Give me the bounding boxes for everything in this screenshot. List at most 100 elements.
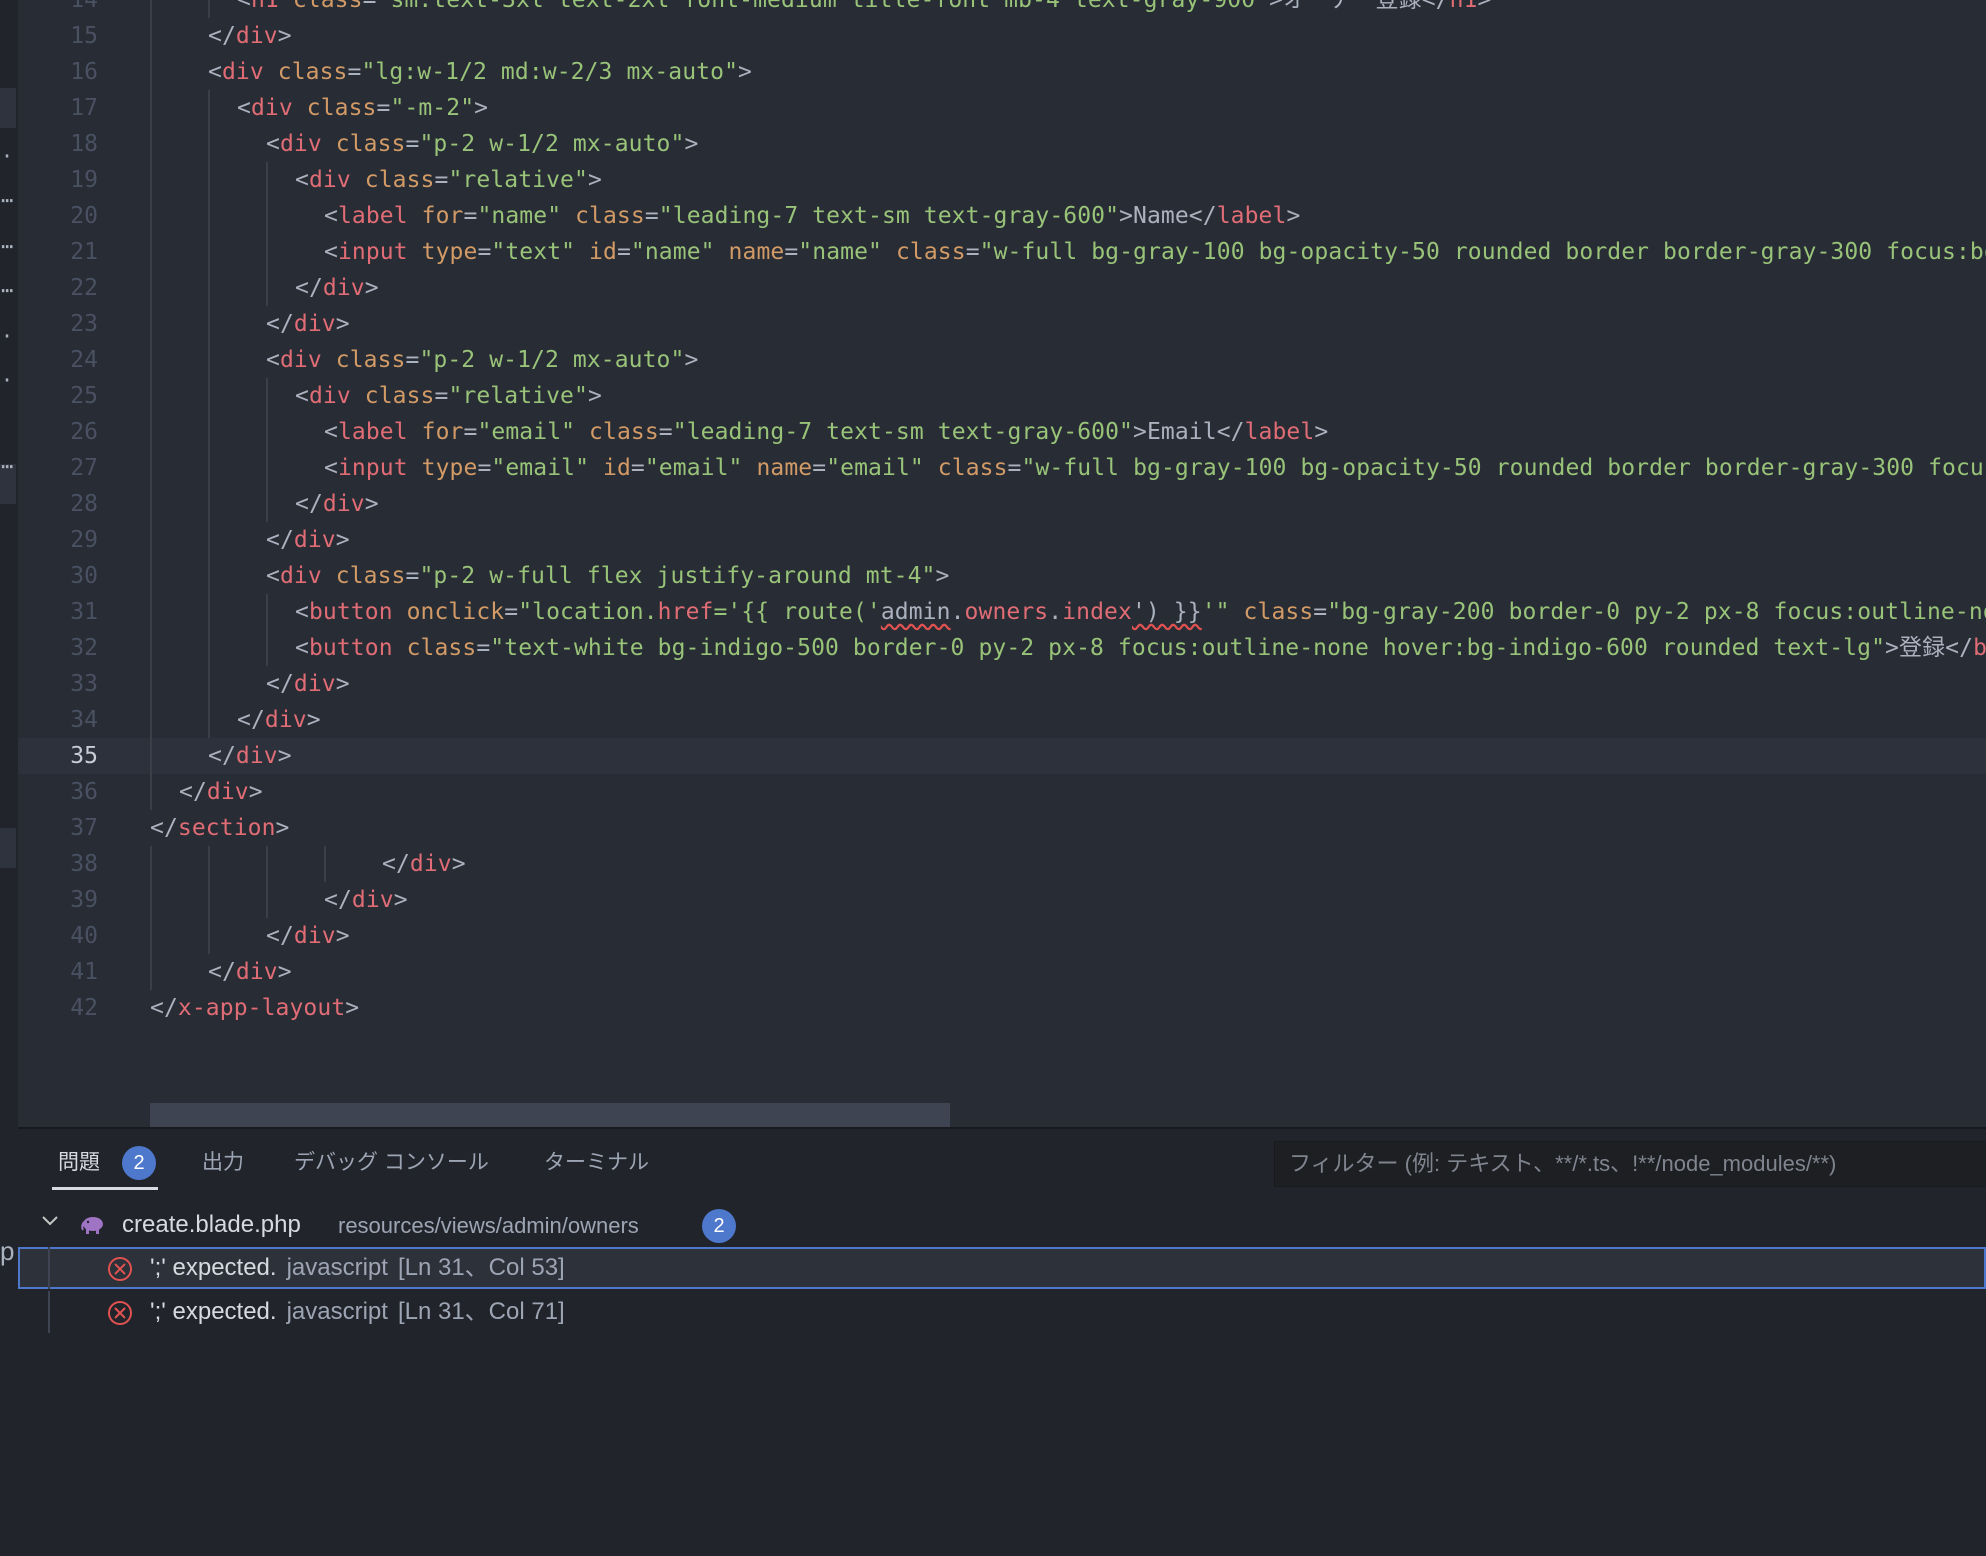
- code-token: "email": [477, 419, 576, 445]
- indent-guide: [208, 126, 210, 162]
- code-token: div: [221, 59, 264, 85]
- code-editor[interactable]: 14 < h1 class = "sm:text-3xl text-2xl font-m…: [18, 0, 1986, 1127]
- code-token: >: [1314, 419, 1329, 445]
- code-line[interactable]: 14 <h1 class="sm:text-3xl text-2xl font-m…: [18, 0, 1986, 18]
- code-line[interactable]: 38 </div>: [18, 846, 1986, 882]
- line-number: 21: [70, 239, 98, 265]
- tab-debug-console[interactable]: デバッグ コンソール: [294, 1149, 489, 1177]
- tab-problems[interactable]: 問題: [58, 1149, 100, 1177]
- problem-location: [Ln 31、Col 71]: [397, 1298, 565, 1325]
- indent-guide: [150, 882, 152, 918]
- side-bar-partial-text: p: [0, 1236, 15, 1266]
- code-line[interactable]: 17 <div class="-m-2">: [18, 90, 1986, 126]
- code-line[interactable]: 40 </div>: [18, 918, 1986, 954]
- code-line[interactable]: 22 </div>: [18, 270, 1986, 306]
- code-token: button: [308, 635, 393, 661]
- code-line[interactable]: 16 <div class="lg:w-1/2 md:w-2/3 mx-auto"…: [18, 54, 1986, 90]
- code-token: =: [812, 455, 827, 481]
- code-line[interactable]: 31 <button onclick="location.href='{{ rou…: [18, 594, 1986, 630]
- indent-guide: [208, 522, 210, 558]
- code-token: >: [335, 923, 350, 949]
- code-line[interactable]: 20 <label for="name" class="leading-7 tex…: [18, 198, 1986, 234]
- code-token: =: [658, 419, 673, 445]
- chevron-down-icon[interactable]: [40, 1211, 60, 1231]
- code-line[interactable]: 15 </div>: [18, 18, 1986, 54]
- code-line[interactable]: 24 <div class="p-2 w-1/2 mx-auto">: [18, 342, 1986, 378]
- problems-filter-input[interactable]: フィルター (例: テキスト、**/*.ts、!**/node_modules/…: [1274, 1141, 1986, 1187]
- code-token: >: [364, 491, 379, 517]
- code-line[interactable]: 35 </div>: [18, 738, 1986, 774]
- indent-guide: [150, 630, 152, 666]
- code-token: "sm:text-3xl text-2xl font-medium title-…: [376, 0, 1270, 13]
- indent-guide: [208, 306, 210, 342]
- code-line[interactable]: 34 </div>: [18, 702, 1986, 738]
- line-number: 38: [70, 851, 98, 877]
- code-line[interactable]: 30 <div class="p-2 w-full flex justify-ar…: [18, 558, 1986, 594]
- code-token: class: [335, 563, 406, 589]
- code-token: </: [266, 671, 294, 697]
- code-line[interactable]: 32 <button class="text-white bg-indigo-50…: [18, 630, 1986, 666]
- code-line[interactable]: 25 <div class="relative">: [18, 378, 1986, 414]
- code-token: =: [463, 419, 478, 445]
- problem-item[interactable]: ';' expected. javascript [Ln 31、Col 71]: [18, 1291, 1986, 1333]
- code-token: class: [406, 635, 477, 661]
- code-line[interactable]: 42 </x-app-layout>: [18, 990, 1986, 1026]
- code-token: >: [587, 383, 602, 409]
- line-number: 19: [70, 167, 98, 193]
- code-token: section: [177, 815, 276, 841]
- code-line[interactable]: 27 <input type="email" id="email" name="e…: [18, 450, 1986, 486]
- problem-file-group[interactable]: create.blade.php resources/views/admin/o…: [18, 1205, 1986, 1245]
- code-token: h1: [1449, 0, 1478, 13]
- tab-terminal[interactable]: ターミナル: [544, 1149, 649, 1177]
- horizontal-scrollbar[interactable]: [150, 1103, 950, 1127]
- code-line[interactable]: 28 </div>: [18, 486, 1986, 522]
- indent-guide: [150, 414, 152, 450]
- line-number: 23: [70, 311, 98, 337]
- code-token: >: [1286, 203, 1301, 229]
- code-token: for: [421, 419, 464, 445]
- code-line[interactable]: 26 <label for="email" class="leading-7 te…: [18, 414, 1986, 450]
- code-line[interactable]: 19 <div class="relative">: [18, 162, 1986, 198]
- line-number: 14: [70, 0, 98, 13]
- code-text: </div>: [208, 738, 292, 774]
- code-line[interactable]: 33 </div>: [18, 666, 1986, 702]
- code-line[interactable]: 21 <input type="text" id="name" name="nam…: [18, 234, 1986, 270]
- code-text: </div>: [324, 882, 408, 918]
- code-line[interactable]: 41 </div>: [18, 954, 1986, 990]
- code-token: class: [292, 0, 363, 13]
- tab-output[interactable]: 出力: [202, 1149, 244, 1177]
- tree-indent-guide: [48, 1291, 50, 1333]
- indent-guide: [150, 594, 152, 630]
- code-token: <: [324, 419, 338, 445]
- code-token: </: [324, 887, 352, 913]
- code-token: class: [364, 383, 435, 409]
- code-token: onclick: [406, 599, 505, 625]
- ellipsis-icon: ⋯: [1, 188, 14, 212]
- code-token: >: [587, 167, 602, 193]
- code-line[interactable]: 37 </section>: [18, 810, 1986, 846]
- code-line[interactable]: 23 </div>: [18, 306, 1986, 342]
- indent-guide: [208, 558, 210, 594]
- code-line[interactable]: 18 <div class="p-2 w-1/2 mx-auto">: [18, 126, 1986, 162]
- code-line[interactable]: 36 </div>: [18, 774, 1986, 810]
- problem-file-name: create.blade.php: [122, 1211, 301, 1238]
- code-token: div: [308, 383, 351, 409]
- code-line[interactable]: 29 </div>: [18, 522, 1986, 558]
- indent-guide: [208, 630, 210, 666]
- code-token: label: [1216, 203, 1287, 229]
- indent-guide: [266, 486, 268, 522]
- problem-item[interactable]: ';' expected. javascript [Ln 31、Col 53]: [18, 1247, 1986, 1289]
- code-token: owners: [964, 599, 1049, 625]
- code-token: id: [589, 239, 617, 265]
- indent-guide: [266, 378, 268, 414]
- line-number: 34: [70, 707, 98, 733]
- code-token: div: [279, 563, 322, 589]
- code-token: class: [335, 131, 406, 157]
- problem-message-line: ';' expected. javascript [Ln 31、Col 71]: [150, 1298, 565, 1326]
- code-line[interactable]: 39 </div>: [18, 882, 1986, 918]
